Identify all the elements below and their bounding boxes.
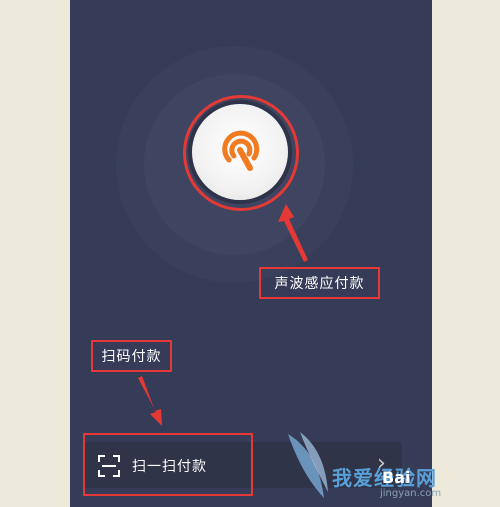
watermark-sub: jingyan.com (380, 488, 442, 499)
scan-highlight-box (83, 433, 253, 496)
watermark: 我爱经验网 Bai jingyan.com (280, 428, 500, 507)
sonic-pay-label-text: 声波感应付款 (274, 276, 365, 292)
qr-pay-label-text: 扫码付款 (101, 349, 162, 365)
arrow-to-scan-bar-icon (138, 376, 162, 426)
sonic-pay-label: 声波感应付款 (259, 267, 380, 299)
arrow-to-sonic-icon (278, 204, 308, 262)
qr-pay-label: 扫码付款 (91, 340, 172, 372)
sonic-highlight-circle (183, 95, 299, 211)
watermark-baidu: Bai (382, 468, 411, 487)
